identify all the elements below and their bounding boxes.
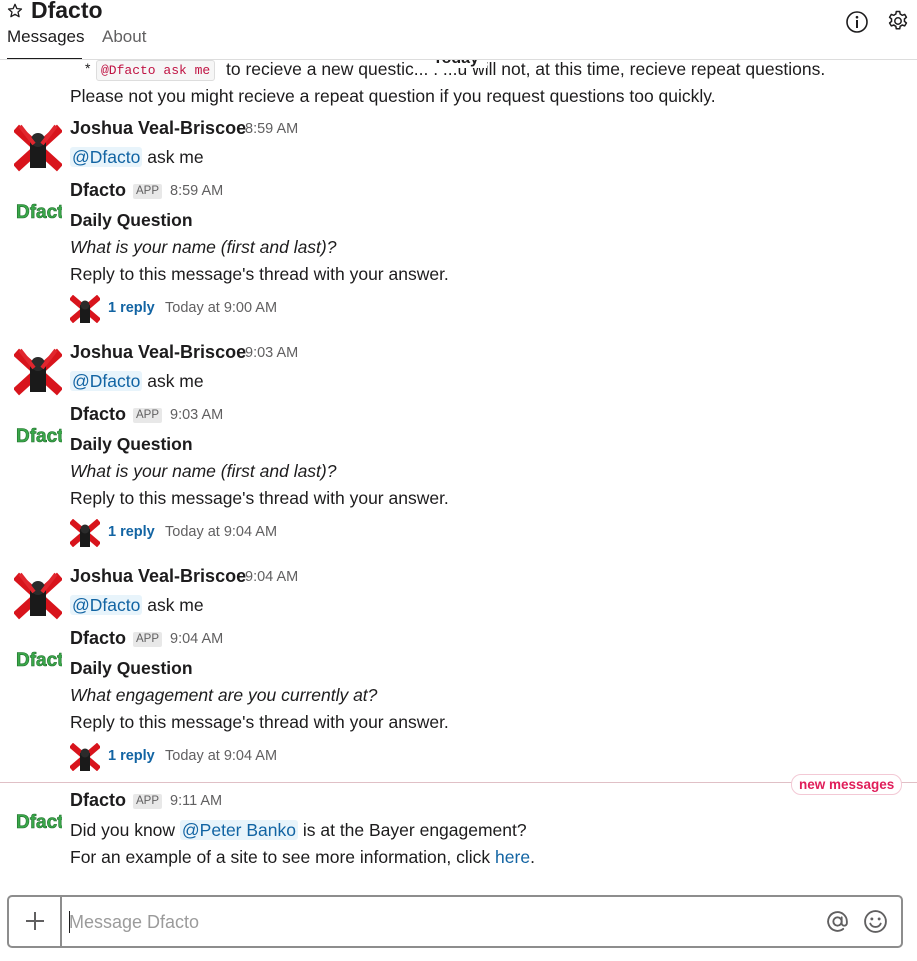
avatar[interactable]: Dfacto (14, 410, 62, 458)
here-link[interactable]: here (495, 847, 530, 867)
message-text-suffix: . (530, 847, 535, 867)
avatar[interactable] (14, 124, 62, 172)
last-reply-time: Today at 9:04 AM (165, 524, 278, 540)
bot-avatar-image: Dfacto (14, 796, 62, 844)
avatar[interactable] (14, 572, 62, 620)
message-instruction: Reply to this message's thread with your… (70, 712, 449, 732)
mention[interactable]: @Dfacto (70, 147, 143, 167)
message-text: @Dfacto ask me (70, 146, 204, 168)
sender-name[interactable]: Dfacto (70, 404, 126, 425)
bullet-marker: * (85, 60, 91, 76)
mention[interactable]: @Peter Banko (179, 820, 298, 840)
sender-name[interactable]: Joshua Veal-Briscoe (70, 118, 246, 139)
plus-icon-vertical (34, 912, 36, 930)
sender-name[interactable]: Dfacto (70, 628, 126, 649)
message-timestamp[interactable]: 9:11 AM (170, 793, 222, 809)
new-messages-divider (0, 782, 917, 783)
avatar[interactable]: Dfacto (14, 796, 62, 844)
message-timestamp[interactable]: 8:59 AM (245, 121, 298, 137)
message-text: Did you know @Peter Banko is at the Baye… (70, 819, 527, 841)
reply-count-link[interactable]: 1 reply (108, 748, 155, 764)
message-heading: Daily Question (70, 434, 193, 454)
user-avatar-image (14, 572, 62, 620)
gear-icon[interactable] (886, 9, 910, 33)
reply-avatar (70, 519, 100, 547)
svg-text:Dfacto: Dfacto (16, 202, 62, 223)
last-reply-time: Today at 9:04 AM (165, 748, 278, 764)
message-text-rest: ask me (142, 595, 204, 615)
text-caret (69, 911, 70, 933)
message-heading: Daily Question (70, 658, 193, 678)
app-badge: APP (133, 184, 163, 199)
date-divider[interactable]: Today (425, 60, 487, 68)
message-list[interactable]: Today * @Dfacto ask me to recieve a new … (0, 60, 917, 888)
reply-avatar (70, 743, 100, 771)
sender-name[interactable]: Joshua Veal-Briscoe (70, 566, 246, 587)
message-text: to recieve a new questic... . ...u will … (226, 60, 826, 79)
message-text: @Dfacto ask me (70, 370, 204, 392)
mention[interactable]: @Dfacto (70, 371, 143, 391)
message-timestamp[interactable]: 9:03 AM (245, 345, 298, 361)
sender-name[interactable]: Joshua Veal-Briscoe (70, 342, 246, 363)
thread-summary[interactable]: 1 reply Today at 9:04 AM (70, 743, 370, 773)
tab-messages[interactable]: Messages (7, 27, 84, 47)
message-text: For an example of a site to see more inf… (70, 846, 535, 868)
message-text-prefix: For an example of a site to see more inf… (70, 847, 496, 867)
message-text-prefix: Did you know (70, 820, 180, 840)
message-timestamp[interactable]: 9:03 AM (170, 407, 223, 423)
message-text-suffix: is at the Bayer engagement? (298, 820, 527, 840)
sender-name[interactable]: Dfacto (70, 180, 126, 201)
channel-title: Dfacto (31, 0, 103, 23)
message-text-rest: ask me (142, 147, 204, 167)
svg-text:Dfacto: Dfacto (16, 650, 62, 671)
message-question: What is your name (first and last)? (70, 461, 337, 481)
message-heading: Daily Question (70, 210, 193, 230)
inline-code: @Dfacto ask me (96, 60, 216, 81)
message-composer (7, 895, 903, 948)
message-timestamp[interactable]: 9:04 AM (245, 569, 298, 585)
message-question: What engagement are you currently at? (70, 685, 378, 705)
message-input[interactable] (69, 907, 809, 937)
message-question: What is your name (first and last)? (70, 237, 337, 257)
app-badge: APP (133, 408, 163, 423)
app-badge: APP (133, 632, 163, 647)
bot-avatar-image: Dfacto (14, 634, 62, 682)
smiley-icon[interactable] (863, 909, 888, 934)
mention[interactable]: @Dfacto (70, 595, 143, 615)
new-messages-badge[interactable]: new messages (791, 774, 903, 795)
tab-about[interactable]: About (102, 27, 146, 47)
message-text-rest: ask me (142, 371, 204, 391)
avatar[interactable]: Dfacto (14, 186, 62, 234)
last-reply-time: Today at 9:00 AM (165, 300, 278, 316)
sender-name[interactable]: Dfacto (70, 790, 126, 811)
message-text: Please not you might recieve a repeat qu… (70, 86, 716, 106)
avatar[interactable]: Dfacto (14, 634, 62, 682)
thread-summary[interactable]: 1 reply Today at 9:00 AM (70, 295, 370, 325)
message-timestamp[interactable]: 9:04 AM (170, 631, 223, 647)
reply-count-link[interactable]: 1 reply (108, 524, 155, 540)
reply-count-link[interactable]: 1 reply (108, 300, 155, 316)
info-icon[interactable] (845, 10, 869, 34)
svg-text:Dfacto: Dfacto (16, 426, 62, 447)
message-instruction: Reply to this message's thread with your… (70, 488, 449, 508)
user-avatar-image (14, 124, 62, 172)
add-attachment-button[interactable] (9, 897, 62, 946)
star-icon[interactable] (7, 3, 23, 19)
user-avatar-image (14, 348, 62, 396)
thread-summary[interactable]: 1 reply Today at 9:04 AM (70, 519, 370, 549)
avatar[interactable] (14, 348, 62, 396)
bot-avatar-image: Dfacto (14, 410, 62, 458)
channel-header: Dfacto Messages About (0, 0, 917, 60)
app-badge: APP (133, 794, 163, 809)
message-timestamp[interactable]: 8:59 AM (170, 183, 223, 199)
bot-avatar-image: Dfacto (14, 186, 62, 234)
message-instruction: Reply to this message's thread with your… (70, 264, 449, 284)
at-sign-icon[interactable] (825, 909, 850, 934)
message-text: @Dfacto ask me (70, 594, 204, 616)
svg-text:Dfacto: Dfacto (16, 812, 62, 833)
reply-avatar (70, 295, 100, 323)
